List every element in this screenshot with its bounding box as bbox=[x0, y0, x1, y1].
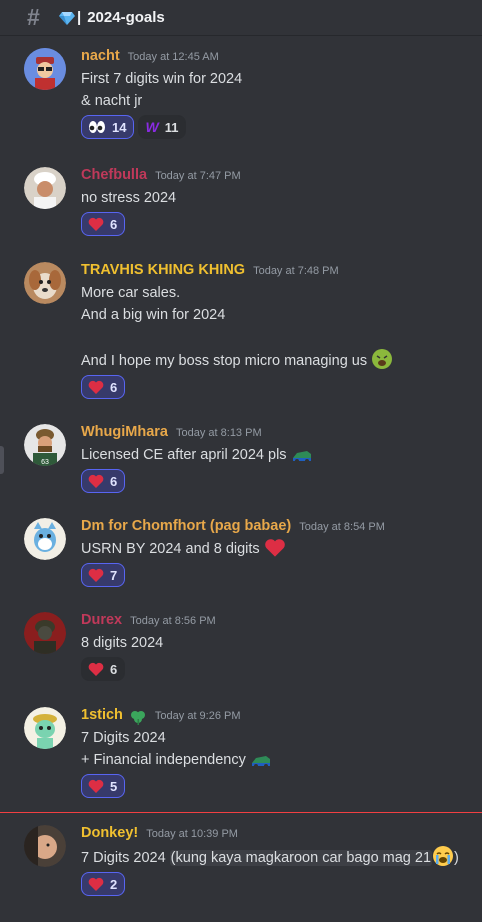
message-text: 8 digits 2024 bbox=[81, 635, 164, 651]
message-text: More car sales. bbox=[81, 285, 181, 301]
svg-text:63: 63 bbox=[41, 459, 49, 466]
author-name[interactable]: Dm for Chomfhort (pag babae) bbox=[81, 518, 291, 534]
custom-car-emoji-icon bbox=[251, 756, 270, 768]
reaction-count: 14 bbox=[112, 119, 127, 135]
new-messages-divider bbox=[0, 812, 482, 813]
timestamp: Today at 7:47 PM bbox=[155, 170, 241, 182]
reaction-count: 7 bbox=[110, 567, 118, 583]
heart-icon bbox=[88, 662, 104, 676]
message-text: And a big win for 2024 bbox=[81, 307, 226, 323]
author-name[interactable]: Chefbulla bbox=[81, 167, 147, 183]
heart-icon bbox=[264, 539, 285, 557]
reaction-heart[interactable]: 6 bbox=[81, 469, 126, 493]
message-text: And I hope my boss stop micro managing u… bbox=[81, 348, 474, 372]
message-text: + Financial independency bbox=[81, 749, 474, 771]
author-name[interactable]: WhugiMhara bbox=[81, 424, 168, 440]
reaction-count: 5 bbox=[110, 778, 118, 794]
avatar[interactable] bbox=[24, 707, 66, 749]
w-emoji-icon: W bbox=[145, 119, 159, 135]
reaction-count: 11 bbox=[164, 119, 179, 135]
message-text: 7 Digits 2024 (kung kaya magkaroon car b… bbox=[81, 845, 474, 869]
reaction-count: 2 bbox=[110, 876, 118, 892]
message-text-span: USRN BY 2024 and 8 digits bbox=[81, 541, 260, 557]
timestamp: Today at 12:45 AM bbox=[127, 51, 219, 63]
avatar[interactable] bbox=[24, 518, 66, 560]
author-name[interactable]: Donkey! bbox=[81, 825, 138, 841]
message-text-span: 7 Digits 2024 bbox=[81, 850, 170, 866]
message-text: no stress 2024 bbox=[81, 190, 177, 206]
heart-icon bbox=[88, 568, 104, 582]
timestamp: Today at 8:13 PM bbox=[176, 427, 262, 439]
loudly-crying-face-icon bbox=[433, 846, 454, 866]
author-name[interactable]: nacht bbox=[81, 48, 120, 64]
timestamp: Today at 8:54 PM bbox=[299, 521, 385, 533]
message-text: First 7 digits win for 2024 bbox=[81, 71, 243, 87]
timestamp: Today at 9:26 PM bbox=[154, 710, 241, 722]
channel-name: 2024-goals bbox=[87, 9, 165, 26]
reaction-eyes[interactable]: 14 bbox=[81, 115, 135, 139]
avatar[interactable] bbox=[24, 167, 66, 209]
reaction-heart[interactable]: 7 bbox=[81, 563, 126, 587]
reaction-count: 6 bbox=[110, 473, 118, 489]
reaction-heart[interactable]: 6 bbox=[81, 212, 126, 236]
eyes-emoji-icon bbox=[89, 121, 105, 133]
avatar[interactable] bbox=[24, 262, 66, 304]
channel-separator: | bbox=[77, 9, 82, 26]
reaction-count: 6 bbox=[110, 661, 118, 677]
message-text: & nacht jr bbox=[81, 93, 143, 109]
heart-icon bbox=[88, 217, 104, 231]
hashtag-icon: # bbox=[27, 4, 40, 30]
message-text: 7 Digits 2024 bbox=[81, 730, 166, 746]
message-text-span: ) bbox=[454, 850, 459, 866]
heart-icon bbox=[88, 877, 104, 891]
message-text: USRN BY 2024 and 8 digits bbox=[81, 538, 474, 560]
timestamp: Today at 7:48 PM bbox=[253, 265, 339, 277]
heart-icon bbox=[88, 380, 104, 394]
highlighted-text: (kung kaya magkaroon car bago mag 21 bbox=[169, 850, 433, 866]
author-name[interactable]: 1stich bbox=[81, 707, 123, 723]
message-text: Licensed CE after april 2024 pls bbox=[81, 444, 474, 466]
reaction-count: 6 bbox=[110, 379, 118, 395]
avatar[interactable] bbox=[24, 48, 66, 90]
reaction-heart[interactable]: 5 bbox=[81, 774, 126, 798]
reaction-heart[interactable]: 2 bbox=[81, 872, 126, 896]
message-text-span: + Financial independency bbox=[81, 752, 246, 768]
timestamp: Today at 10:39 PM bbox=[146, 828, 238, 840]
timestamp: Today at 8:56 PM bbox=[130, 615, 216, 627]
avatar[interactable] bbox=[24, 825, 66, 867]
heart-icon bbox=[88, 474, 104, 488]
nauseated-face-icon bbox=[372, 349, 393, 369]
message-text-span: And I hope my boss stop micro managing u… bbox=[81, 353, 368, 369]
sidebar-resize-handle[interactable] bbox=[0, 446, 4, 474]
heart-icon bbox=[88, 779, 104, 793]
reaction-heart[interactable]: 6 bbox=[81, 375, 126, 399]
avatar[interactable]: 63 bbox=[24, 424, 66, 466]
channel-header: # | 2024-goals bbox=[0, 0, 482, 36]
reaction-w[interactable]: W 11 bbox=[138, 115, 187, 139]
reaction-count: 6 bbox=[110, 216, 118, 232]
author-name[interactable]: TRAVHIS KHING KHING bbox=[81, 262, 245, 278]
avatar[interactable] bbox=[24, 612, 66, 654]
gem-icon bbox=[59, 11, 75, 25]
message-text-span: Licensed CE after april 2024 pls bbox=[81, 447, 287, 463]
author-name[interactable]: Durex bbox=[81, 612, 122, 628]
custom-car-emoji-icon bbox=[292, 451, 311, 463]
clover-badge-icon bbox=[130, 711, 145, 725]
reaction-heart[interactable]: 6 bbox=[81, 657, 126, 681]
